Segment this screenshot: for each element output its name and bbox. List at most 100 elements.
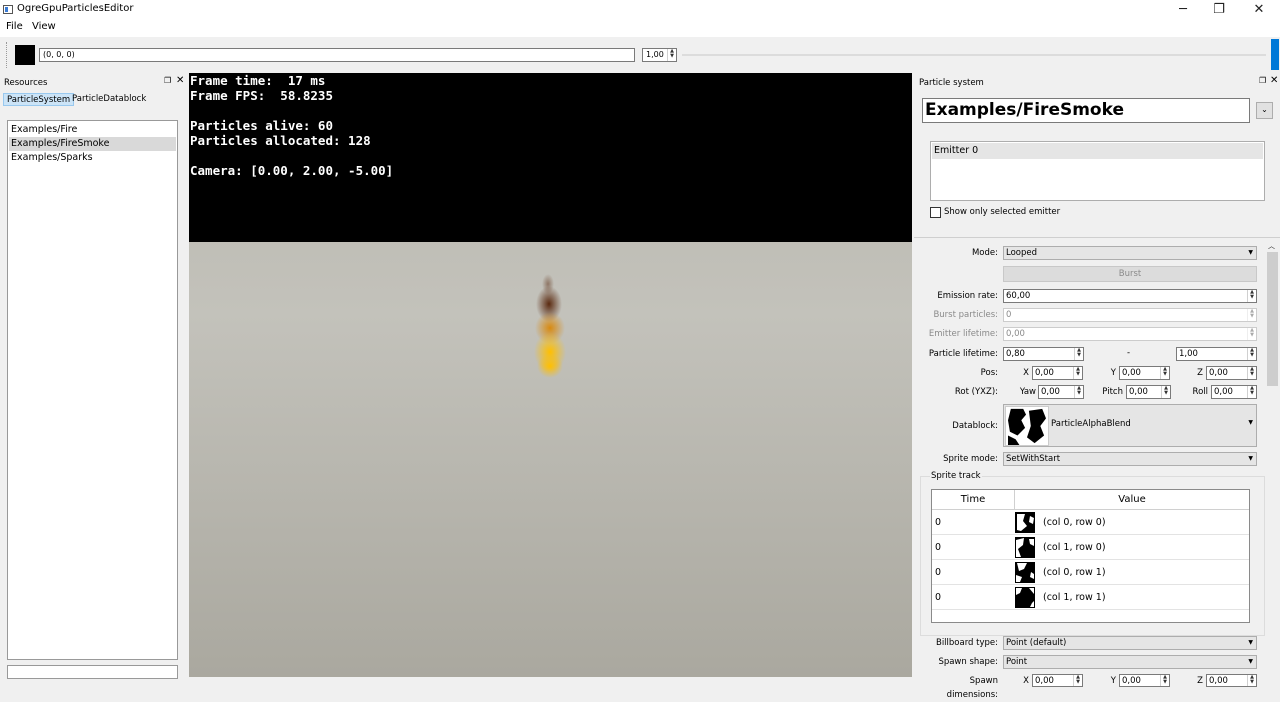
emission-rate-value: 60,00 <box>1006 291 1031 301</box>
tab-particle-datablock[interactable]: ParticleDatablock <box>69 93 149 106</box>
maximize-button[interactable]: ❐ <box>1200 0 1238 20</box>
pos-z-value: 0,00 <box>1209 368 1228 378</box>
spin-arrows-icon[interactable]: ▲ ▼ <box>1247 290 1256 302</box>
pos-x-label: X <box>1023 368 1029 378</box>
spawn-shape-value: Point <box>1006 657 1028 667</box>
spawn-shape-select[interactable]: Point ▼ <box>1003 655 1257 669</box>
value-cell[interactable]: (col 1, row 0) <box>1043 535 1106 560</box>
menu-view[interactable]: View <box>32 21 56 32</box>
datablock-value: ParticleAlphaBlend <box>1051 419 1131 429</box>
spin-arrows-icon[interactable]: ▲ ▼ <box>1247 348 1256 360</box>
spin-arrows-icon[interactable]: ▲ ▼ <box>1074 348 1083 360</box>
spin-arrows-icon[interactable]: ▲ ▼ <box>1074 386 1083 398</box>
particle-system-panel-title: Particle system <box>919 78 984 88</box>
particle-system-name-field[interactable]: Examples/FireSmoke <box>922 98 1250 123</box>
float-icon[interactable]: ❐ <box>1259 76 1266 85</box>
scale-slider-handle[interactable] <box>1271 39 1279 70</box>
spin-arrows-icon[interactable]: ▲ ▼ <box>1247 367 1256 379</box>
spawn-y-spinbox[interactable]: 0,00 ▲ ▼ <box>1119 674 1170 687</box>
toolbar-grip[interactable] <box>6 42 8 68</box>
sprite-mode-select[interactable]: SetWithStart ▼ <box>1003 452 1257 466</box>
scale-slider-track[interactable] <box>682 54 1266 56</box>
spin-arrows-icon[interactable]: ▲ ▼ <box>1160 367 1169 379</box>
tab-particle-system[interactable]: ParticleSystem <box>3 93 75 106</box>
scale-spinbox[interactable]: 1,00 ▲ ▼ <box>642 48 677 62</box>
minimize-button[interactable]: ─ <box>1164 0 1202 20</box>
particle-lifetime-min-spinbox[interactable]: 0,80 ▲ ▼ <box>1003 347 1084 361</box>
rot-yaw-spinbox[interactable]: 0,00 ▲ ▼ <box>1038 385 1084 399</box>
spawn-z-label: Z <box>1197 676 1203 686</box>
pos-z-spinbox[interactable]: 0,00 ▲ ▼ <box>1206 366 1257 380</box>
mode-label: Mode: <box>971 248 998 258</box>
spin-arrows-icon[interactable]: ▲ ▼ <box>1073 675 1082 686</box>
spin-arrows-icon[interactable]: ▲ ▼ <box>667 49 676 61</box>
time-cell[interactable]: 0 <box>935 560 941 585</box>
resource-filter-input[interactable] <box>7 665 178 679</box>
mode-value: Looped <box>1006 248 1038 258</box>
emitter-lifetime-label: Emitter lifetime: <box>928 329 998 339</box>
table-row[interactable]: 0 (col 1, row 1) <box>932 585 1249 610</box>
time-cell[interactable]: 0 <box>935 510 941 535</box>
list-item[interactable]: Examples/Fire <box>9 123 176 137</box>
datablock-select[interactable]: ParticleAlphaBlend ▼ <box>1003 404 1257 447</box>
rot-pitch-spinbox[interactable]: 0,00 ▲ ▼ <box>1126 385 1171 399</box>
spin-arrows-icon: ▲ ▼ <box>1247 309 1256 321</box>
title-bar <box>0 0 1280 20</box>
spin-arrows-icon[interactable]: ▲ ▼ <box>1247 386 1256 398</box>
spin-arrows-icon[interactable]: ▲ ▼ <box>1247 675 1256 686</box>
spawn-y-label: Y <box>1110 676 1116 686</box>
rot-roll-label: Roll <box>1192 387 1208 397</box>
scrollbar-thumb[interactable] <box>1267 252 1278 386</box>
spawn-z-spinbox[interactable]: 0,00 ▲ ▼ <box>1206 674 1257 687</box>
burst-particles-value: 0 <box>1006 310 1012 320</box>
emission-rate-label: Emission rate: <box>937 291 998 301</box>
value-cell[interactable]: (col 1, row 1) <box>1043 585 1106 610</box>
particle-lifetime-max-spinbox[interactable]: 1,00 ▲ ▼ <box>1176 347 1257 361</box>
close-button[interactable]: ✕ <box>1240 0 1278 20</box>
frame-fps-text: Frame FPS: 58.8235 <box>190 88 333 103</box>
value-cell[interactable]: (col 0, row 1) <box>1043 560 1106 585</box>
rot-yaw-value: 0,00 <box>1041 387 1060 397</box>
burst-button[interactable]: Burst <box>1003 266 1257 282</box>
chevron-down-icon: ▼ <box>1248 658 1253 665</box>
column-header-time[interactable]: Time <box>932 490 1015 510</box>
list-item[interactable]: Examples/Sparks <box>9 151 176 165</box>
table-row[interactable]: 0 (col 0, row 0) <box>932 510 1249 535</box>
dropdown-arrow-icon[interactable]: ⌄ <box>1256 102 1273 119</box>
background-color-swatch[interactable] <box>15 45 35 65</box>
spawn-x-label: X <box>1023 676 1029 686</box>
table-row[interactable]: 0 (col 0, row 1) <box>932 560 1249 585</box>
show-only-selected-label: Show only selected emitter <box>944 207 1061 217</box>
resources-panel-title: Resources <box>4 78 48 88</box>
table-row[interactable]: 0 (col 1, row 0) <box>932 535 1249 560</box>
float-icon[interactable]: ❐ <box>164 76 171 85</box>
close-icon[interactable]: ✕ <box>176 75 184 86</box>
menu-file[interactable]: File <box>6 21 23 32</box>
pos-x-spinbox[interactable]: 0,00 ▲ ▼ <box>1032 366 1083 380</box>
sprite-track-table[interactable]: Time Value 0 (col 0, row 0) 0 (col 1, ro… <box>931 489 1250 623</box>
background-color-field[interactable]: (0, 0, 0) <box>39 48 635 62</box>
spin-arrows-icon[interactable]: ▲ ▼ <box>1073 367 1082 379</box>
scroll-up-icon[interactable]: ︿ <box>1268 241 1275 251</box>
camera-text: Camera: [0.00, 2.00, -5.00] <box>190 163 394 178</box>
spin-arrows-icon[interactable]: ▲ ▼ <box>1160 675 1169 686</box>
mode-select[interactable]: Looped ▼ <box>1003 246 1257 260</box>
billboard-type-label: Billboard type: <box>935 638 998 648</box>
emission-rate-spinbox[interactable]: 60,00 ▲ ▼ <box>1003 289 1257 303</box>
pos-y-spinbox[interactable]: 0,00 ▲ ▼ <box>1119 366 1170 380</box>
time-cell[interactable]: 0 <box>935 535 941 560</box>
rot-roll-spinbox[interactable]: 0,00 ▲ ▼ <box>1211 385 1257 399</box>
resource-list[interactable]: Examples/Fire Examples/FireSmoke Example… <box>7 120 178 660</box>
value-cell[interactable]: (col 0, row 0) <box>1043 510 1106 535</box>
spawn-x-spinbox[interactable]: 0,00 ▲ ▼ <box>1032 674 1083 687</box>
billboard-type-select[interactable]: Point (default) ▼ <box>1003 636 1257 650</box>
datablock-texture-thumbnail <box>1005 406 1049 446</box>
time-cell[interactable]: 0 <box>935 585 941 610</box>
show-only-selected-checkbox[interactable] <box>930 207 941 218</box>
spin-arrows-icon[interactable]: ▲ ▼ <box>1161 386 1170 398</box>
emitter-list[interactable]: Emitter 0 <box>930 141 1265 201</box>
emitter-item[interactable]: Emitter 0 <box>932 143 1263 159</box>
list-item-selected[interactable]: Examples/FireSmoke <box>9 137 176 151</box>
column-header-value[interactable]: Value <box>1015 490 1249 510</box>
close-icon[interactable]: ✕ <box>1270 75 1278 86</box>
